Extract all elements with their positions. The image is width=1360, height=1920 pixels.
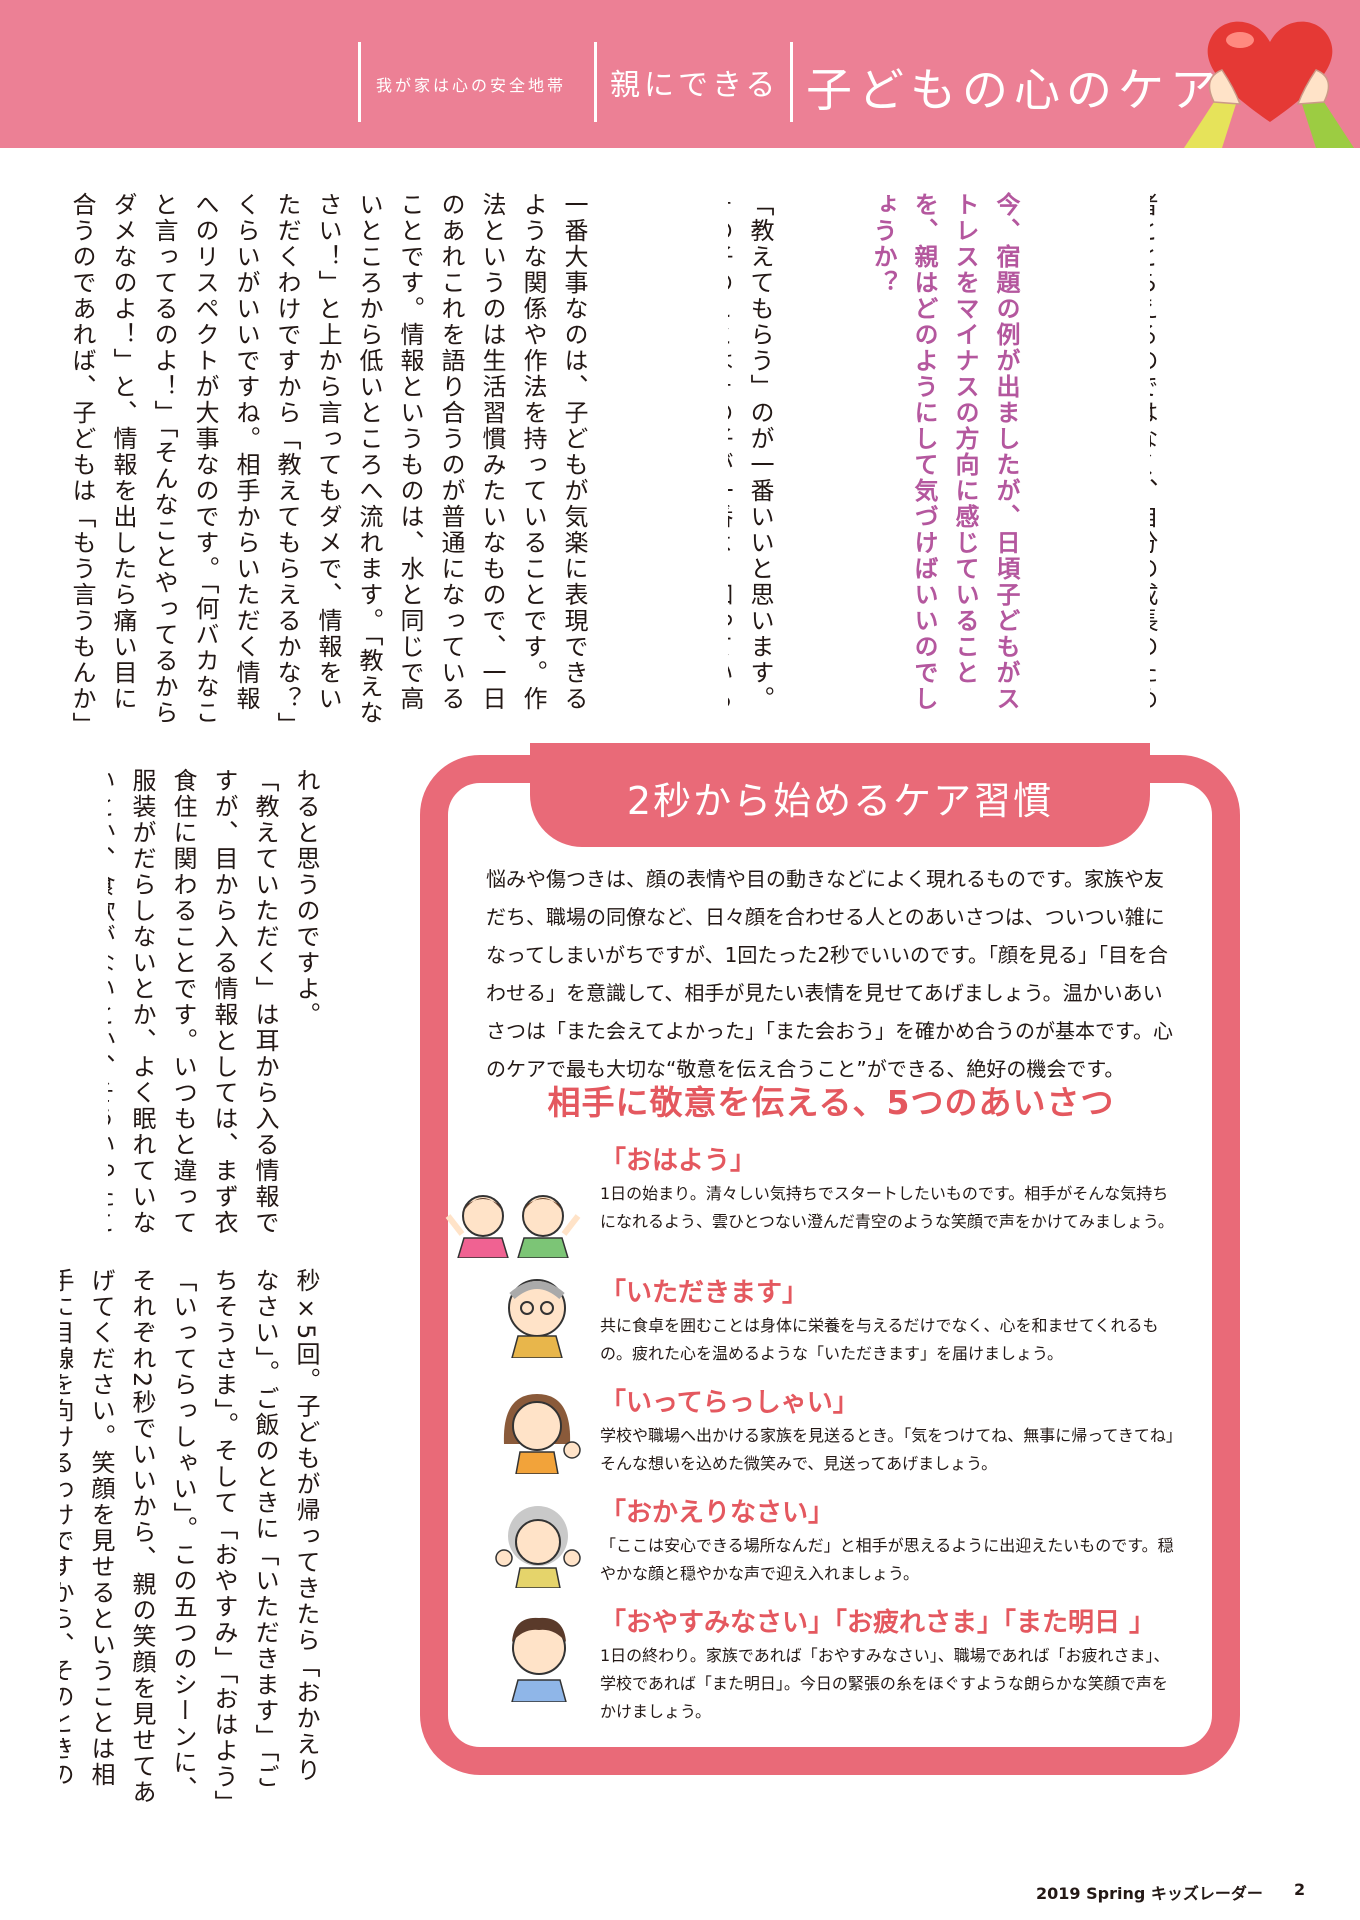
greeting-item: 「いってらっしゃい」 学校や職場へ出かける家族を見送るとき。「気をつけてね、無事… (600, 1384, 1180, 1478)
grandmother-icon (495, 1506, 581, 1588)
greetings-heading: 相手に敬意を伝える、5つのあいさつ (547, 1083, 1115, 1122)
article-paragraph: 秒×5回。子どもが帰ってきたら「おかえりなさい」。ご飯のときに「いただきます」「… (60, 1268, 320, 1806)
greeting-title: 「いってらっしゃい」 (600, 1388, 859, 1418)
article-paragraph: れると思うのですよ。 「教えていただく」は耳から入る情報ですが、目から入る情報と… (108, 768, 320, 1236)
greeting-text: 「ここは安心できる場所なんだ」と相手が思えるように出迎えたいものです。穏やかな顔… (600, 1536, 1174, 1583)
header-subtitle: 我が家は心の安全地帯 (376, 76, 567, 95)
header-mid-title: 親にできる (610, 68, 780, 103)
children-waving-icon (445, 1195, 581, 1258)
greeting-item: 「おやすみなさい」「お疲れさま」「また明日 」 1日の終わり。家族であれば「おや… (600, 1604, 1180, 1726)
greeting-title: 「いただきます」 (600, 1278, 809, 1308)
interview-question: 今、宿題の例が出ましたが、日頃子どもがストレスをマイナスの方向に感じていることを… (869, 192, 1020, 712)
greeting-title: 「おやすみなさい」「お疲れさま」「また明日 」 (600, 1608, 1156, 1638)
article-column: 今、宿題の例が出ましたが、日頃子どもがストレスをマイナスの方向に感じていることを… (728, 192, 1108, 732)
grandfather-icon (508, 1279, 566, 1358)
heart-hands-icon (1184, 21, 1354, 148)
greeting-text: 共に食卓を囲むことは身体に栄養を与えるだけでなく、心を和ませてくれるもの。疲れた… (600, 1316, 1159, 1363)
greeting-title: 「おはよう」 (600, 1146, 757, 1176)
article-column: 秒×5回。子どもが帰ってきたら「おかえりなさい」。ご飯のときに「いただきます」「… (60, 1268, 408, 1808)
greeting-item: 「いただきます」 共に食卓を囲むことは身体に栄養を与えるだけでなく、心を和ませて… (600, 1274, 1180, 1368)
page-header: 我が家は心の安全地帯 親にできる 子どもの心のケア (0, 0, 1360, 148)
header-divider (594, 42, 597, 122)
greeting-text: 1日の始まり。清々しい気持ちでスタートしたいものです。相手がそんな気持ちになれる… (600, 1184, 1174, 1231)
page-number: 2 (1294, 1880, 1306, 1899)
issue-label: 2019 Spring キッズレーダー (1036, 1884, 1263, 1903)
mother-waving-icon (503, 1394, 581, 1474)
article-paragraph: 一番大事なのは、子どもが気楽に表現できるような関係や作法を持っていることです。作… (68, 192, 588, 726)
article-column: 一番大事なのは、子どもが気楽に表現できるような関係や作法を持っていることです。作… (56, 192, 676, 732)
greeting-item: 「おかえりなさい」 「ここは安心できる場所なんだ」と相手が思えるように出迎えたい… (600, 1494, 1180, 1588)
greeting-item: 「おはよう」 1日の始まり。清々しい気持ちでスタートしたいものです。相手がそんな… (600, 1142, 1180, 1236)
header-divider (790, 42, 793, 122)
header-main-title: 子どもの心のケア (806, 63, 1222, 117)
greeting-text: 1日の終わり。家族であれば「おやすみなさい」、職場であれば「お疲れさま」、学校で… (600, 1646, 1170, 1721)
article-paragraph: 者ととらえるのではなく、自分の成長のためのツールとして、いかに活用するかが大切だ… (1150, 192, 1158, 712)
father-icon (511, 1617, 567, 1702)
article-paragraph: 「教えてもらう」のが一番いいと思います。その子のことはその子が一番よく知っている… (728, 192, 774, 712)
greeting-text: 学校や職場へ出かける家族を見送るとき。「気をつけてね、無事に帰ってきてね」そんな… (600, 1426, 1174, 1473)
box-title: 2秒から始めるケア習慣 (626, 779, 1054, 823)
box-intro: 悩みや傷つきは、顔の表情や目の動きなどによく現れるものです。家族や友だち、職場の… (486, 867, 1173, 1081)
greeting-title: 「おかえりなさい」 (600, 1498, 835, 1528)
article-column: れると思うのですよ。 「教えていただく」は耳から入る情報ですが、目から入る情報と… (108, 768, 408, 1242)
header-divider (358, 42, 361, 122)
article-column: 者ととらえるのではなく、自分の成長のためのツールとして、いかに活用するかが大切だ… (1150, 192, 1246, 732)
